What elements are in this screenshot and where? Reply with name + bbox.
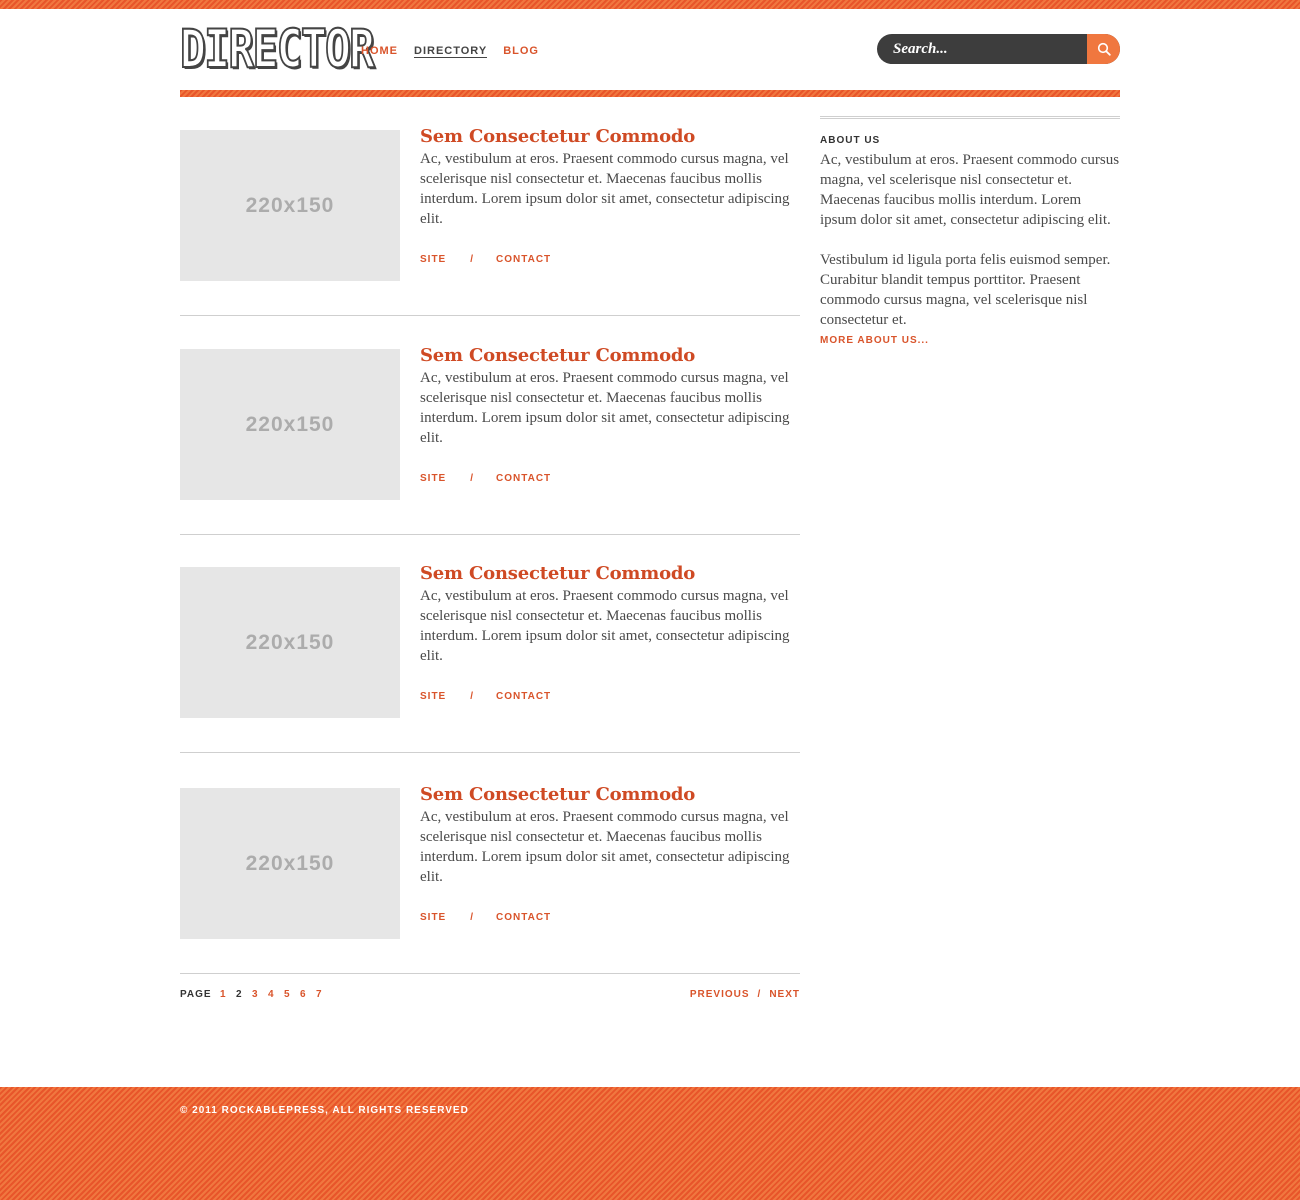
post-thumbnail[interactable]: 220x150 xyxy=(180,130,400,281)
site-link[interactable]: SITE xyxy=(420,473,446,484)
post-links: SITE / CONTACT xyxy=(420,912,551,923)
post-divider xyxy=(180,534,800,535)
search-icon xyxy=(1097,42,1111,56)
top-stripe xyxy=(0,0,1300,9)
site-link[interactable]: SITE xyxy=(420,691,446,702)
page-current: 2 xyxy=(236,989,243,1000)
site-logo[interactable]: DIRECTOR xyxy=(179,22,376,77)
site-link[interactable]: SITE xyxy=(420,254,446,265)
search-box xyxy=(877,34,1120,64)
post-thumbnail[interactable]: 220x150 xyxy=(180,349,400,500)
contact-link[interactable]: CONTACT xyxy=(496,912,551,923)
post-links: SITE / CONTACT xyxy=(420,473,551,484)
post-excerpt: Ac, vestibulum at eros. Praesent commodo… xyxy=(420,151,790,227)
sidebar-heading: ABOUT US xyxy=(820,135,881,146)
page-link-4[interactable]: 4 xyxy=(268,989,284,1000)
prev-next: PREVIOUS / NEXT xyxy=(690,989,800,1000)
copyright-text: © 2011 ROCKABLEPRESS, ALL RIGHTS RESERVE… xyxy=(180,1105,469,1116)
link-separator: / xyxy=(470,254,475,265)
post-title[interactable]: Sem Consectetur Commodo xyxy=(420,126,800,147)
sidebar: ABOUT US Ac, vestibulum at eros. Praesen… xyxy=(820,116,1120,346)
nav-home[interactable]: HOME xyxy=(361,45,398,58)
next-link[interactable]: NEXT xyxy=(769,989,800,1000)
pagination: PAGE 1 2 3 4 5 6 7 PREVIOUS / NEXT xyxy=(180,989,800,1003)
page-numbers: 1 2 3 4 5 6 7 xyxy=(220,989,332,1000)
post-thumbnail[interactable]: 220x150 xyxy=(180,567,400,718)
header-rule xyxy=(180,90,1120,97)
post-excerpt: Ac, vestibulum at eros. Praesent commodo… xyxy=(420,370,790,446)
post-excerpt: Ac, vestibulum at eros. Praesent commodo… xyxy=(420,588,790,664)
sidebar-rule xyxy=(820,116,1120,119)
nav-blog[interactable]: BLOG xyxy=(503,45,539,58)
page-link-1[interactable]: 1 xyxy=(220,989,236,1000)
about-paragraph: Ac, vestibulum at eros. Praesent commodo… xyxy=(820,152,1120,228)
post-divider xyxy=(180,973,800,974)
link-separator: / xyxy=(470,912,475,923)
page-link-3[interactable]: 3 xyxy=(252,989,268,1000)
post-title[interactable]: Sem Consectetur Commodo xyxy=(420,563,800,584)
site-header: DIRECTOR HOME DIRECTORY BLOG xyxy=(179,22,1120,77)
post-links: SITE / CONTACT xyxy=(420,254,551,265)
search-input[interactable] xyxy=(877,34,1087,64)
page-link-6[interactable]: 6 xyxy=(300,989,316,1000)
previous-link[interactable]: PREVIOUS xyxy=(690,989,750,1000)
page-link-5[interactable]: 5 xyxy=(284,989,300,1000)
about-paragraph: Vestibulum id ligula porta felis euismod… xyxy=(820,252,1111,328)
post-thumbnail[interactable]: 220x150 xyxy=(180,788,400,939)
post-divider xyxy=(180,315,800,316)
post-excerpt: Ac, vestibulum at eros. Praesent commodo… xyxy=(420,809,790,885)
prev-next-separator: / xyxy=(757,989,762,1000)
main-nav: HOME DIRECTORY BLOG xyxy=(361,45,539,58)
contact-link[interactable]: CONTACT xyxy=(496,691,551,702)
list-item: 220x150 Sem Consectetur Commodo Ac, vest… xyxy=(180,784,800,940)
link-separator: / xyxy=(470,691,475,702)
site-footer: © 2011 ROCKABLEPRESS, ALL RIGHTS RESERVE… xyxy=(0,1087,1300,1200)
search-button[interactable] xyxy=(1087,34,1120,64)
list-item: 220x150 Sem Consectetur Commodo Ac, vest… xyxy=(180,126,800,282)
pagination-label: PAGE xyxy=(180,989,212,1000)
post-title[interactable]: Sem Consectetur Commodo xyxy=(420,345,800,366)
list-item: 220x150 Sem Consectetur Commodo Ac, vest… xyxy=(180,345,800,501)
contact-link[interactable]: CONTACT xyxy=(496,473,551,484)
site-link[interactable]: SITE xyxy=(420,912,446,923)
post-links: SITE / CONTACT xyxy=(420,691,551,702)
post-title[interactable]: Sem Consectetur Commodo xyxy=(420,784,800,805)
contact-link[interactable]: CONTACT xyxy=(496,254,551,265)
link-separator: / xyxy=(470,473,475,484)
nav-directory[interactable]: DIRECTORY xyxy=(414,45,488,58)
more-about-link[interactable]: MORE ABOUT US... xyxy=(820,335,1120,346)
list-item: 220x150 Sem Consectetur Commodo Ac, vest… xyxy=(180,563,800,719)
page-link-7[interactable]: 7 xyxy=(316,989,332,1000)
post-divider xyxy=(180,752,800,753)
